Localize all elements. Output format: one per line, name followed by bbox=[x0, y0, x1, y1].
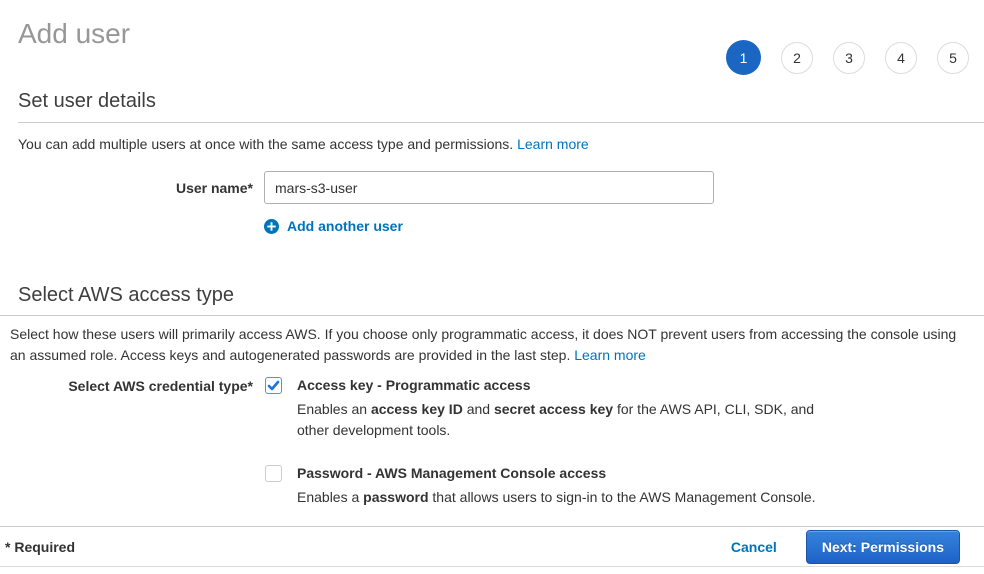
user-details-description: You can add multiple users at once with … bbox=[18, 134, 966, 154]
credential-type-row: Select AWS credential type* Access key -… bbox=[0, 377, 984, 508]
access-key-option: Access key - Programmatic access Enables… bbox=[265, 377, 816, 441]
user-name-label: User name* bbox=[0, 180, 253, 196]
section-heading-select-access-type: Select AWS access type bbox=[18, 284, 984, 315]
password-option: Password - AWS Management Console access… bbox=[265, 465, 816, 508]
cancel-button[interactable]: Cancel bbox=[731, 539, 777, 555]
learn-more-link-access-type[interactable]: Learn more bbox=[574, 347, 646, 363]
access-key-option-description: Enables an access key ID and secret acce… bbox=[297, 399, 814, 441]
access-key-option-body: Access key - Programmatic access Enables… bbox=[297, 377, 814, 441]
learn-more-link-user-details[interactable]: Learn more bbox=[517, 136, 589, 152]
wizard-footer: * Required Cancel Next: Permissions bbox=[0, 526, 984, 567]
access-key-checkbox[interactable] bbox=[265, 377, 282, 394]
wizard-step-indicator: 1 2 3 4 5 bbox=[726, 40, 969, 75]
checkmark-icon bbox=[267, 379, 280, 392]
access-key-option-title: Access key - Programmatic access bbox=[297, 377, 814, 394]
user-name-row: User name* bbox=[0, 171, 984, 204]
access-type-description-line1: Select how these users will primarily ac… bbox=[10, 324, 984, 345]
password-option-description: Enables a password that allows users to … bbox=[297, 487, 816, 508]
credential-type-label: Select AWS credential type* bbox=[0, 377, 253, 508]
access-type-description-line2: an assumed role. Access keys and autogen… bbox=[10, 345, 984, 366]
next-permissions-button[interactable]: Next: Permissions bbox=[806, 530, 960, 564]
access-type-description: Select how these users will primarily ac… bbox=[10, 324, 984, 366]
password-option-title: Password - AWS Management Console access bbox=[297, 465, 816, 482]
step-3-indicator: 3 bbox=[833, 42, 865, 74]
password-option-body: Password - AWS Management Console access… bbox=[297, 465, 816, 508]
section-heading-set-user-details: Set user details bbox=[18, 90, 984, 123]
step-2-indicator: 2 bbox=[781, 42, 813, 74]
password-checkbox[interactable] bbox=[265, 465, 282, 482]
user-details-description-text: You can add multiple users at once with … bbox=[18, 136, 517, 152]
credential-options: Access key - Programmatic access Enables… bbox=[265, 377, 816, 508]
required-note: * Required bbox=[5, 539, 75, 555]
section-divider bbox=[0, 315, 984, 316]
add-circle-icon bbox=[264, 219, 279, 234]
step-4-indicator: 4 bbox=[885, 42, 917, 74]
add-another-user-button[interactable]: Add another user bbox=[264, 218, 403, 234]
step-1-indicator: 1 bbox=[726, 40, 761, 75]
step-5-indicator: 5 bbox=[937, 42, 969, 74]
add-another-user-label: Add another user bbox=[287, 218, 403, 234]
user-name-input[interactable] bbox=[264, 171, 714, 204]
